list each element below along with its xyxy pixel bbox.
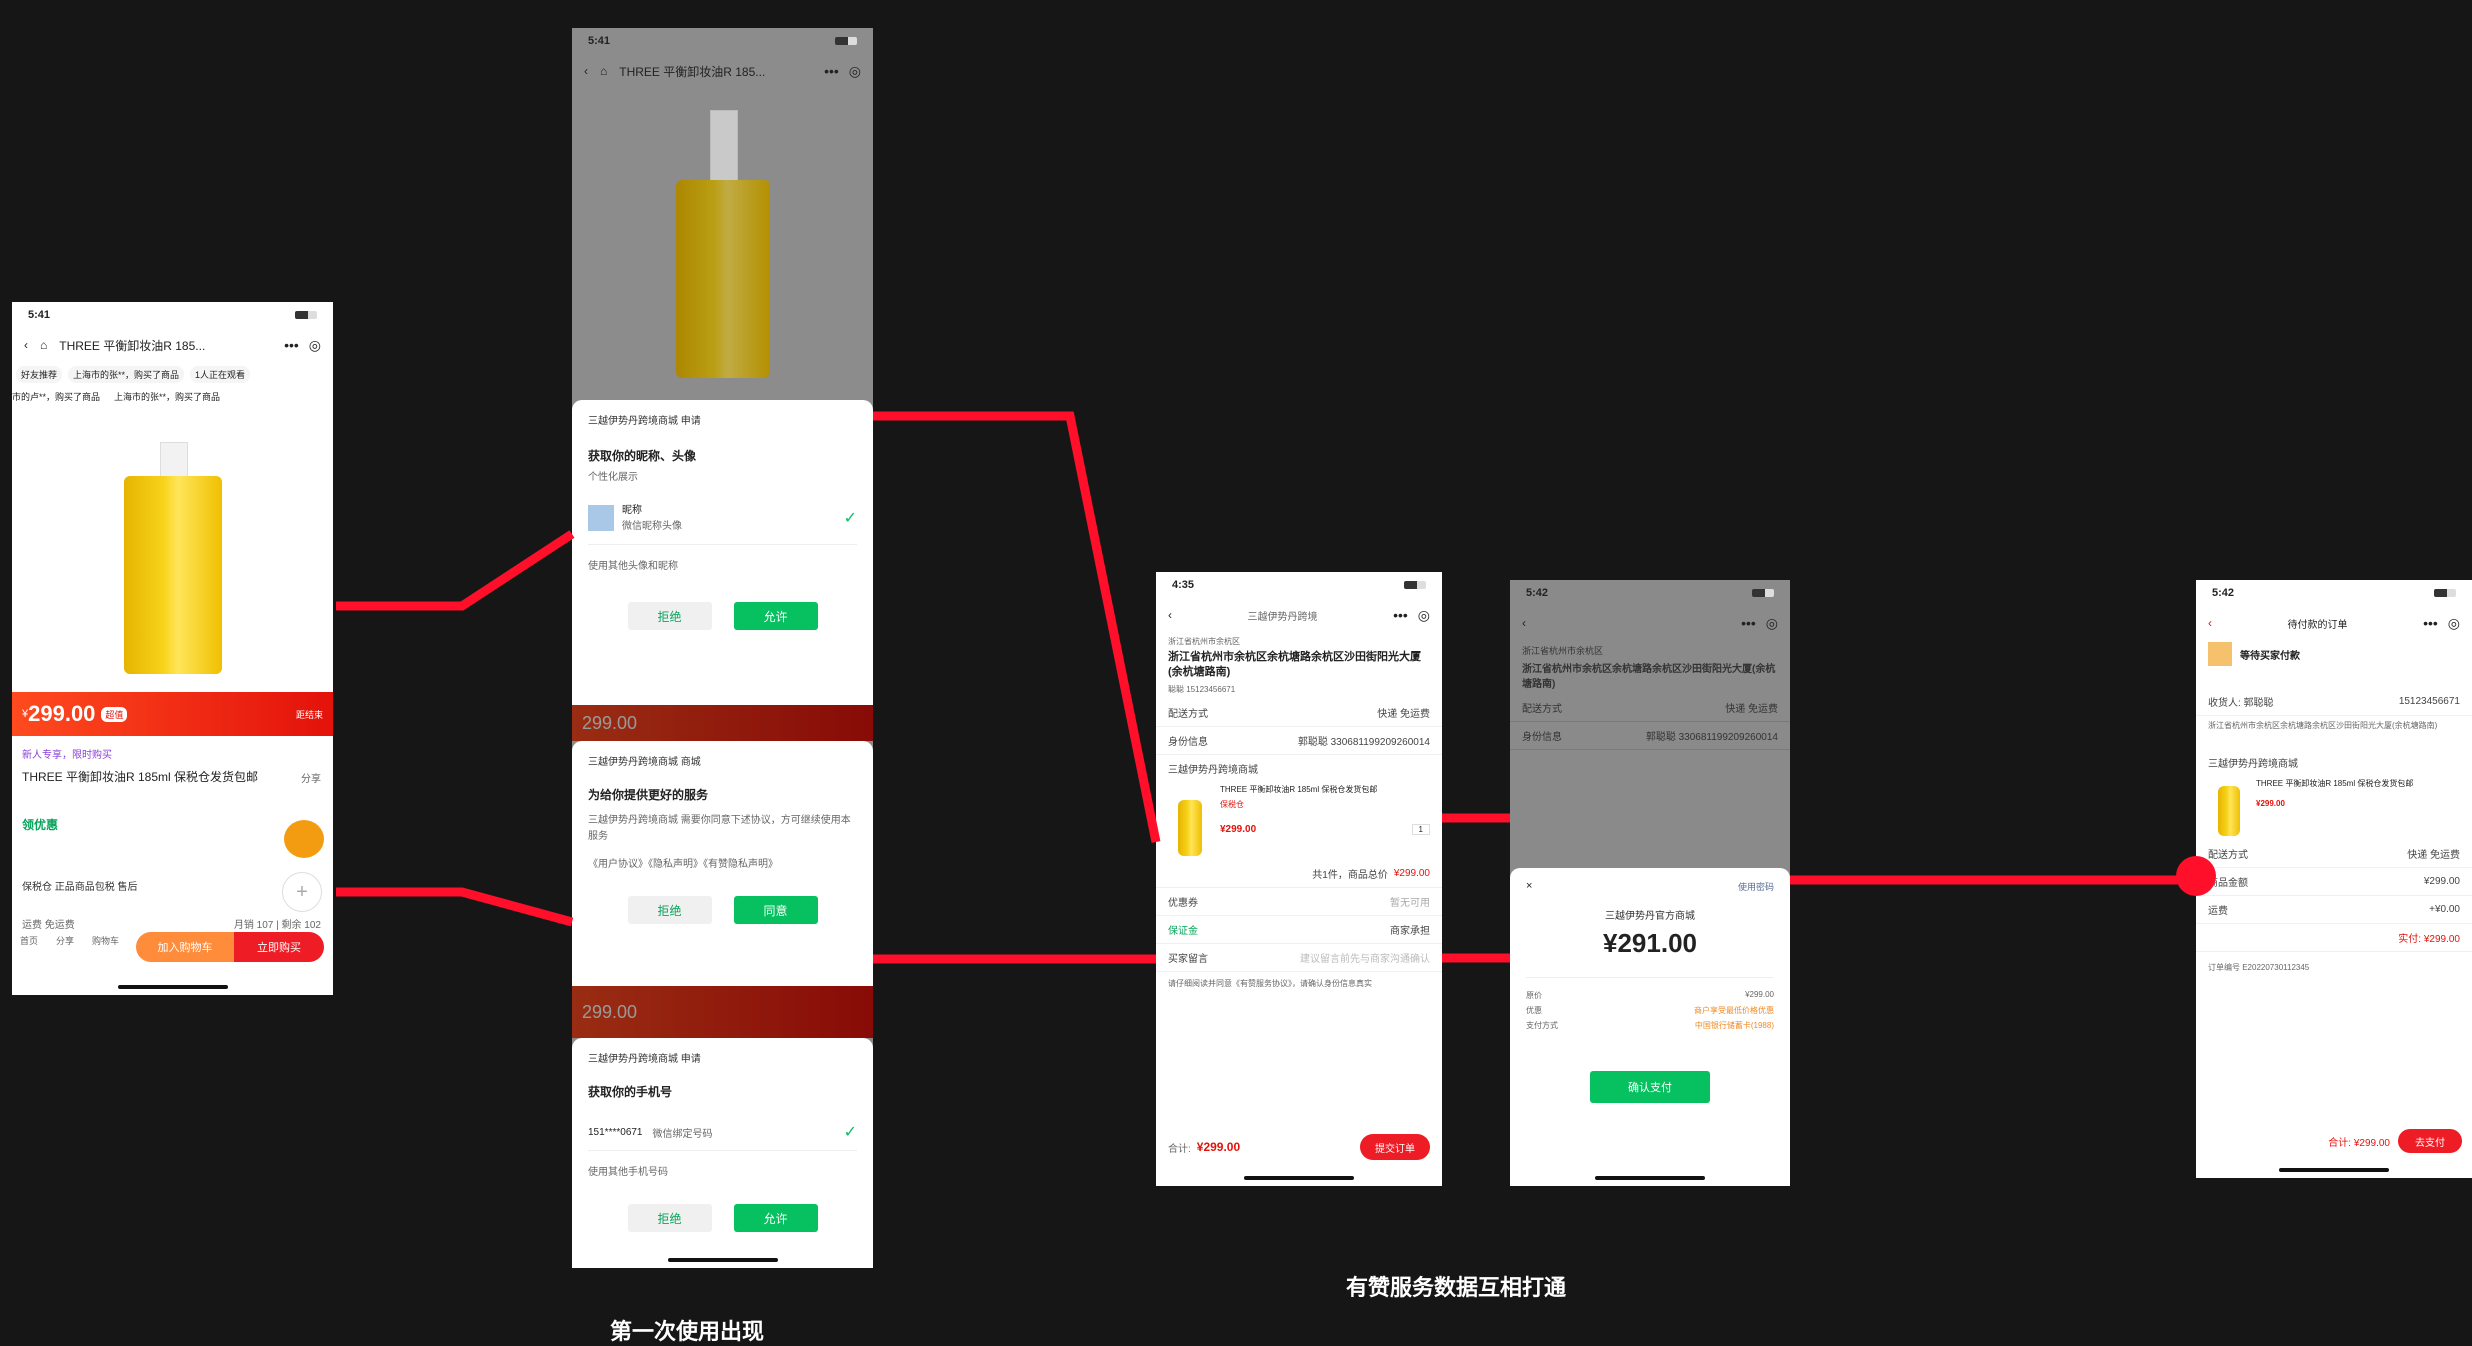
connector-product-to-auth-bottom: [336, 887, 574, 927]
connector-end-dot: [2176, 856, 2216, 896]
caption-first-use: 第一次使用出现: [610, 1319, 765, 1344]
connector-product-to-auth-top: [336, 530, 575, 611]
flow-connectors: [336, 411, 2216, 964]
caption-data-sync: 有赞服务数据互相打通: [1346, 1275, 1567, 1300]
connector-auth-to-order-top: [873, 411, 1161, 843]
